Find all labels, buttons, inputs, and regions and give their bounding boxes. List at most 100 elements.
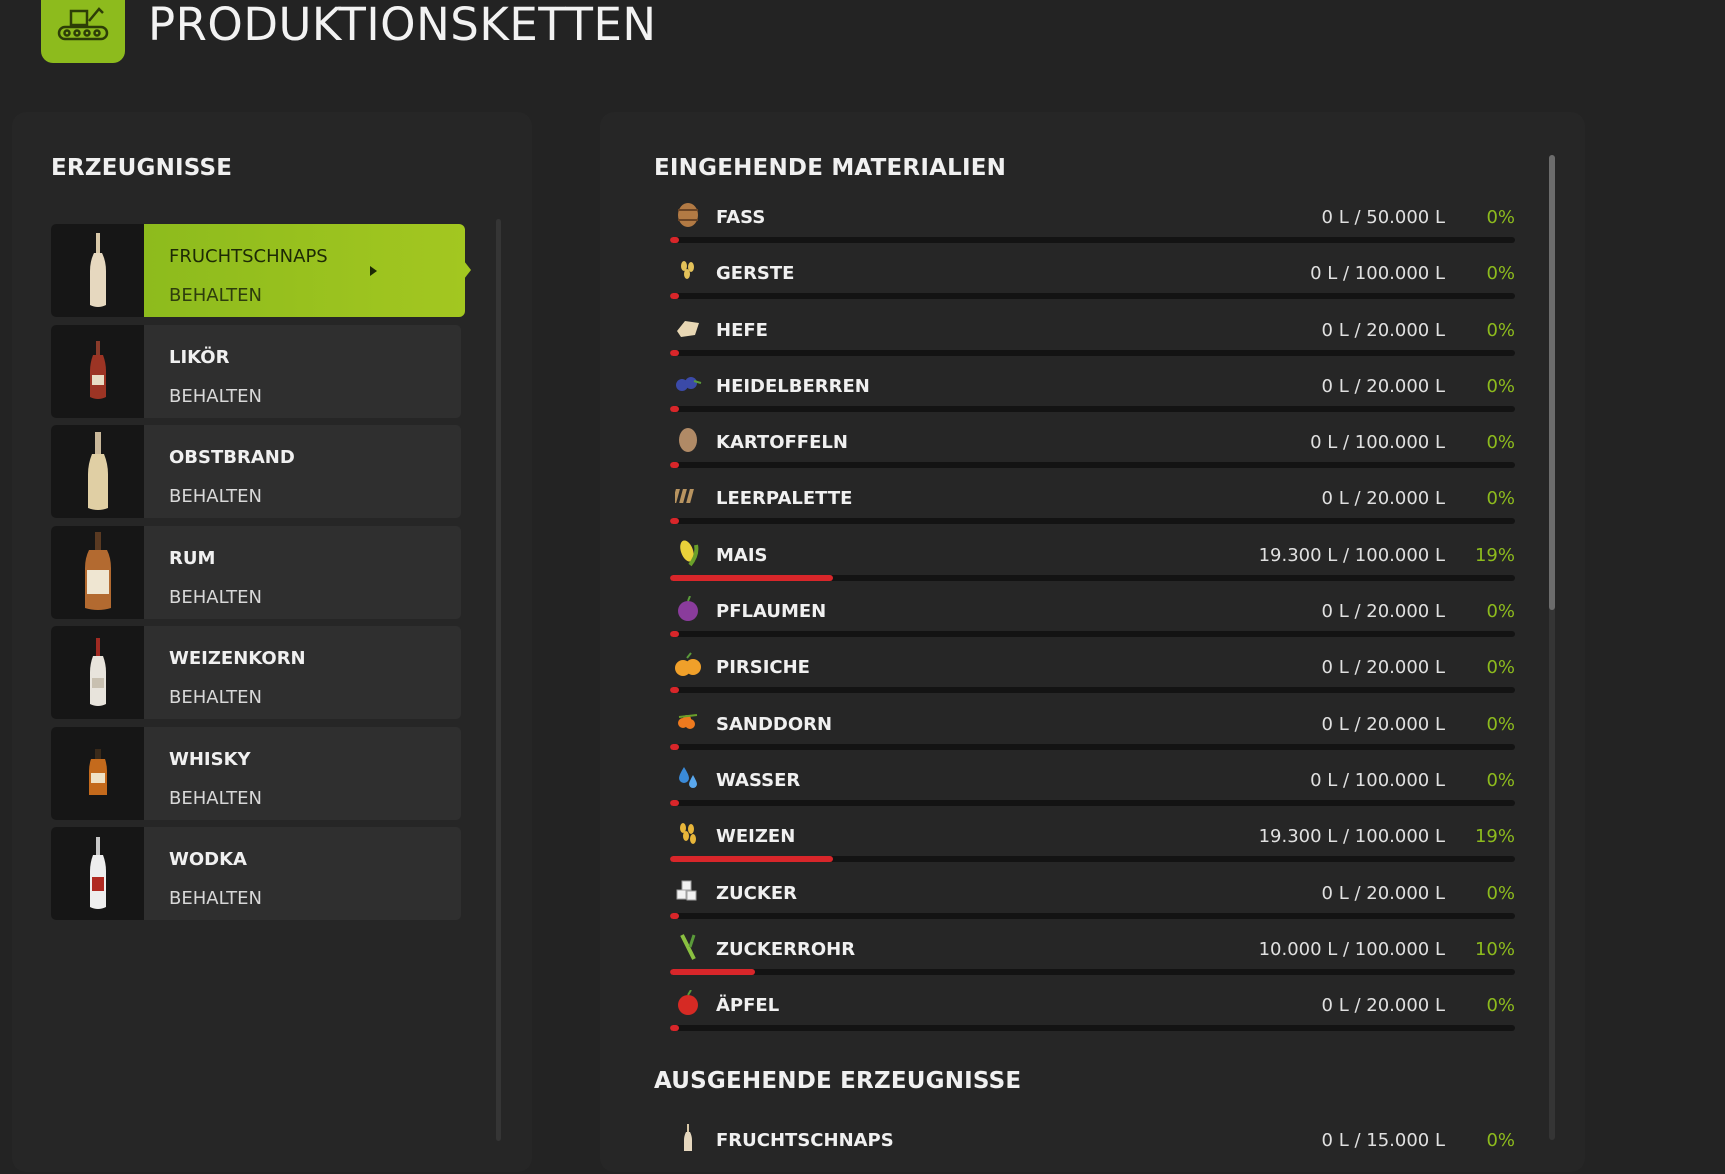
fruit-brandy-bottle-icon <box>51 224 144 317</box>
product-item-obstbrand[interactable]: OBSTBRAND BEHALTEN <box>51 425 461 518</box>
material-name: KARTOFFELN <box>716 432 848 454</box>
material-fill-bar <box>670 743 1515 750</box>
material-percent: 0% <box>1486 263 1515 285</box>
product-name: WHISKY <box>169 748 251 770</box>
product-item-likoer[interactable]: LIKÖR BEHALTEN <box>51 324 461 418</box>
product-item-whisky[interactable]: WHISKY BEHALTEN <box>51 726 461 820</box>
outgoing-heading: AUSGEHENDE ERZEUGNISSE <box>654 1068 1022 1094</box>
material-fill <box>670 293 679 300</box>
material-fill-bar <box>670 293 1515 300</box>
material-percent: 0% <box>1486 488 1515 510</box>
material-amount: 0 L / 100.000 L <box>1310 769 1445 791</box>
material-name: ZUCKERROHR <box>716 938 856 960</box>
product-mode: BEHALTEN <box>169 385 262 407</box>
water-drop-icon <box>673 764 703 792</box>
material-row-sanddorn: SANDDORN 0 L / 20.000 L 0% <box>670 702 1515 758</box>
material-percent: 0% <box>1486 657 1515 679</box>
material-amount: 0 L / 20.000 L <box>1321 882 1445 904</box>
material-percent: 19% <box>1474 544 1515 566</box>
product-name: FRUCHTSCHNAPS <box>716 1130 894 1151</box>
wheat-spirit-bottle-icon <box>51 626 144 719</box>
product-item-weizenkorn[interactable]: WEIZENKORN BEHALTEN <box>51 626 461 719</box>
product-name: OBSTBRAND <box>169 447 295 468</box>
products-scrollbar[interactable] <box>496 219 501 1141</box>
fruit-spirit-bottle-icon <box>51 425 144 518</box>
material-percent: 0% <box>1486 713 1515 735</box>
product-mode: BEHALTEN <box>169 486 262 507</box>
material-fill <box>670 518 679 525</box>
corn-icon <box>673 539 703 567</box>
material-percent: 0% <box>1486 207 1515 228</box>
outgoing-product-list: FRUCHTSCHNAPS 0 L / 15.000 L 0% <box>670 1118 1515 1174</box>
material-percent: 0% <box>1486 319 1515 341</box>
peach-icon <box>673 651 703 679</box>
material-amount: 0 L / 50.000 L <box>1321 207 1445 228</box>
material-name: HEFE <box>716 319 768 341</box>
liqueur-bottle-icon <box>51 324 144 418</box>
material-percent: 0% <box>1486 769 1515 791</box>
material-fill <box>670 799 679 806</box>
material-name: WASSER <box>716 769 801 791</box>
material-name: GERSTE <box>716 263 795 285</box>
page-title: PRODUKTIONSKETTEN <box>148 0 657 51</box>
sugar-cubes-icon <box>673 877 703 905</box>
material-row-zucker: ZUCKER 0 L / 20.000 L 0% <box>670 871 1515 927</box>
product-mode: BEHALTEN <box>169 787 262 809</box>
material-row-wasser: WASSER 0 L / 100.000 L 0% <box>670 758 1515 814</box>
material-fill <box>670 405 679 412</box>
material-amount: 0 L / 20.000 L <box>1321 375 1445 397</box>
material-fill <box>670 1025 679 1032</box>
material-amount: 0 L / 100.000 L <box>1310 263 1445 285</box>
material-fill-bar <box>670 462 1515 469</box>
material-amount: 0 L / 20.000 L <box>1321 601 1445 623</box>
product-item-fruchtschnaps[interactable]: FRUCHTSCHNAPS BEHALTEN <box>51 224 471 317</box>
material-name: SANDDORN <box>716 713 833 735</box>
product-item-rum[interactable]: RUM BEHALTEN <box>51 525 461 619</box>
materials-scrollbar-thumb[interactable] <box>1549 155 1555 610</box>
material-row-pflaumen: PFLAUMEN 0 L / 20.000 L 0% <box>670 589 1515 645</box>
material-fill <box>670 237 679 243</box>
material-fill-bar <box>670 1025 1515 1032</box>
material-fill <box>670 687 679 694</box>
material-name: LEERPALETTE <box>716 488 853 510</box>
material-fill-bar <box>670 687 1515 694</box>
material-fill <box>670 856 834 863</box>
barley-icon <box>673 257 703 285</box>
barrel-icon <box>673 201 703 229</box>
material-amount: 0 L / 20.000 L <box>1321 319 1445 341</box>
material-row-weizen: WEIZEN 19.300 L / 100.000 L 19% <box>670 814 1515 870</box>
material-row-fass: FASS 0 L / 50.000 L 0% <box>670 195 1515 251</box>
product-name: FRUCHTSCHNAPS <box>169 246 328 267</box>
material-fill-bar <box>670 349 1515 356</box>
material-row-pirsiche: PIRSICHE 0 L / 20.000 L 0% <box>670 645 1515 701</box>
material-amount: 0 L / 20.000 L <box>1321 488 1445 510</box>
wheat-icon <box>673 820 703 848</box>
material-name: HEIDELBERREN <box>716 375 870 397</box>
material-fill <box>670 574 834 581</box>
product-mode: BEHALTEN <box>169 586 262 608</box>
product-item-wodka[interactable]: WODKA BEHALTEN <box>51 827 461 920</box>
plum-icon <box>673 595 703 623</box>
material-fill-bar <box>670 574 1515 581</box>
material-percent: 0% <box>1486 601 1515 623</box>
material-name: ÄPFEL <box>716 995 780 1017</box>
pallet-icon <box>673 482 703 510</box>
product-percent: 0% <box>1486 1130 1515 1151</box>
production-chain-icon <box>41 0 125 63</box>
apple-icon <box>673 989 703 1017</box>
material-row-gerste: GERSTE 0 L / 100.000 L 0% <box>670 251 1515 307</box>
selection-arrow <box>457 252 471 288</box>
whisky-bottle-icon <box>51 726 144 820</box>
material-row-zuckerrohr: ZUCKERROHR 10.000 L / 100.000 L 10% <box>670 927 1515 983</box>
material-name: PFLAUMEN <box>716 601 827 623</box>
sugarcane-icon <box>673 933 703 961</box>
material-fill-bar <box>670 968 1515 975</box>
incoming-heading: EINGEHENDE MATERIALIEN <box>654 155 1007 181</box>
material-percent: 0% <box>1486 995 1515 1017</box>
material-fill-bar <box>670 518 1515 525</box>
material-fill-bar <box>670 631 1515 638</box>
material-name: WEIZEN <box>716 826 796 848</box>
material-fill <box>670 462 679 469</box>
material-fill-bar <box>670 912 1515 919</box>
incoming-material-list: FASS 0 L / 50.000 L 0% GERSTE 0 L / 100.… <box>670 195 1515 1039</box>
